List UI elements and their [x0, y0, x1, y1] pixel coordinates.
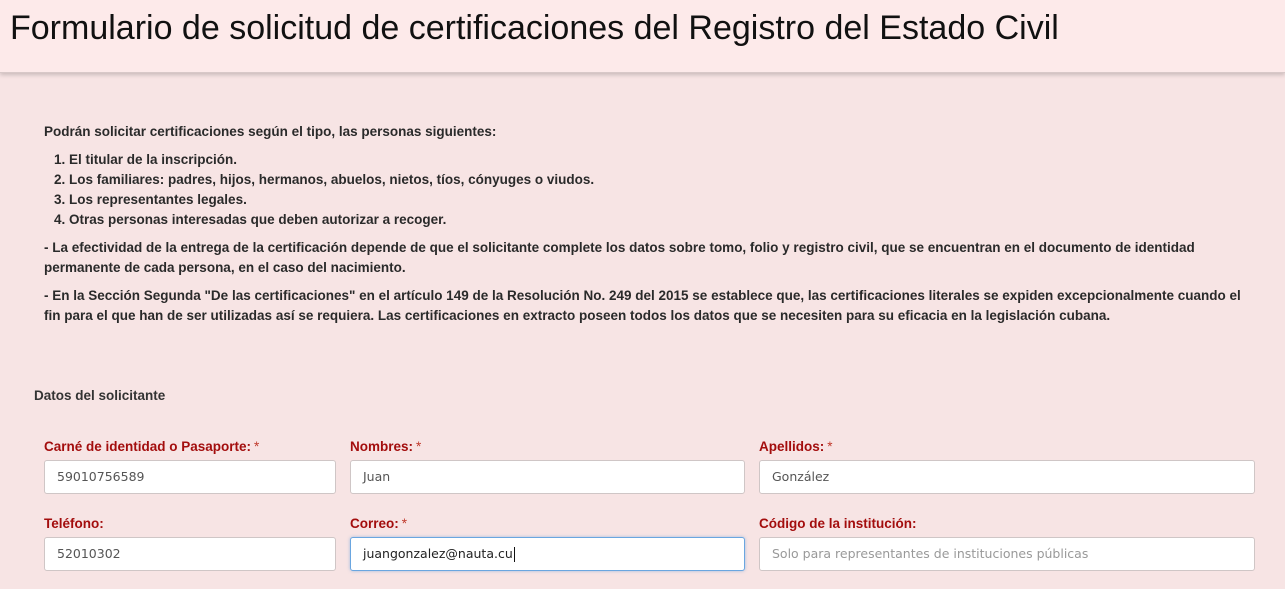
- field-codigo: Código de la institución: Solo para repr…: [759, 515, 1255, 571]
- correo-input[interactable]: juangonzalez@nauta.cu: [350, 537, 745, 571]
- info-panel: Podrán solicitar certificaciones según e…: [44, 122, 1244, 334]
- info-note-effectiveness: - La efectividad de la entrega de la cer…: [44, 240, 1195, 275]
- field-telefono: Teléfono: 52010302: [44, 515, 336, 571]
- apellidos-label: Apellidos: *: [759, 439, 833, 454]
- required-mark: *: [254, 439, 260, 454]
- apellidos-input[interactable]: González: [759, 460, 1255, 494]
- correo-label: Correo: *: [350, 516, 408, 531]
- required-mark: *: [827, 439, 833, 454]
- telefono-label: Teléfono:: [44, 516, 104, 531]
- list-item: Los representantes legales.: [69, 190, 1244, 210]
- list-item: El titular de la inscripción.: [69, 150, 1244, 170]
- list-item: Otras personas interesadas que deben aut…: [69, 210, 1244, 230]
- codigo-label: Código de la institución:: [759, 516, 917, 531]
- list-item: Los familiares: padres, hijos, hermanos,…: [69, 170, 1244, 190]
- id-input[interactable]: 59010756589: [44, 460, 336, 494]
- info-note-resolution: - En la Sección Segunda "De las certific…: [44, 288, 1241, 323]
- required-mark: *: [401, 516, 408, 531]
- section-title-applicant: Datos del solicitante: [34, 388, 166, 403]
- nombres-input[interactable]: Juan: [350, 460, 745, 494]
- codigo-input[interactable]: Solo para representantes de institucione…: [759, 537, 1255, 571]
- text-caret: [513, 547, 515, 562]
- field-id: Carné de identidad o Pasaporte: * 5901075…: [44, 438, 336, 494]
- nombres-label: Nombres: *: [350, 439, 422, 454]
- correo-value: juangonzalez@nauta.cu: [363, 546, 513, 561]
- eligible-persons-list: El titular de la inscripción. Los famili…: [44, 150, 1244, 230]
- field-correo: Correo: * juangonzalez@nauta.cu: [350, 515, 745, 571]
- info-intro: Podrán solicitar certificaciones según e…: [44, 124, 497, 139]
- field-apellidos: Apellidos: * González: [759, 438, 1255, 494]
- required-mark: *: [416, 439, 422, 454]
- telefono-input[interactable]: 52010302: [44, 537, 336, 571]
- page-header: Formulario de solicitud de certificacion…: [0, 0, 1285, 73]
- field-nombres: Nombres: * Juan: [350, 438, 745, 494]
- id-label: Carné de identidad o Pasaporte: *: [44, 439, 260, 454]
- page-title: Formulario de solicitud de certificacion…: [10, 9, 1059, 47]
